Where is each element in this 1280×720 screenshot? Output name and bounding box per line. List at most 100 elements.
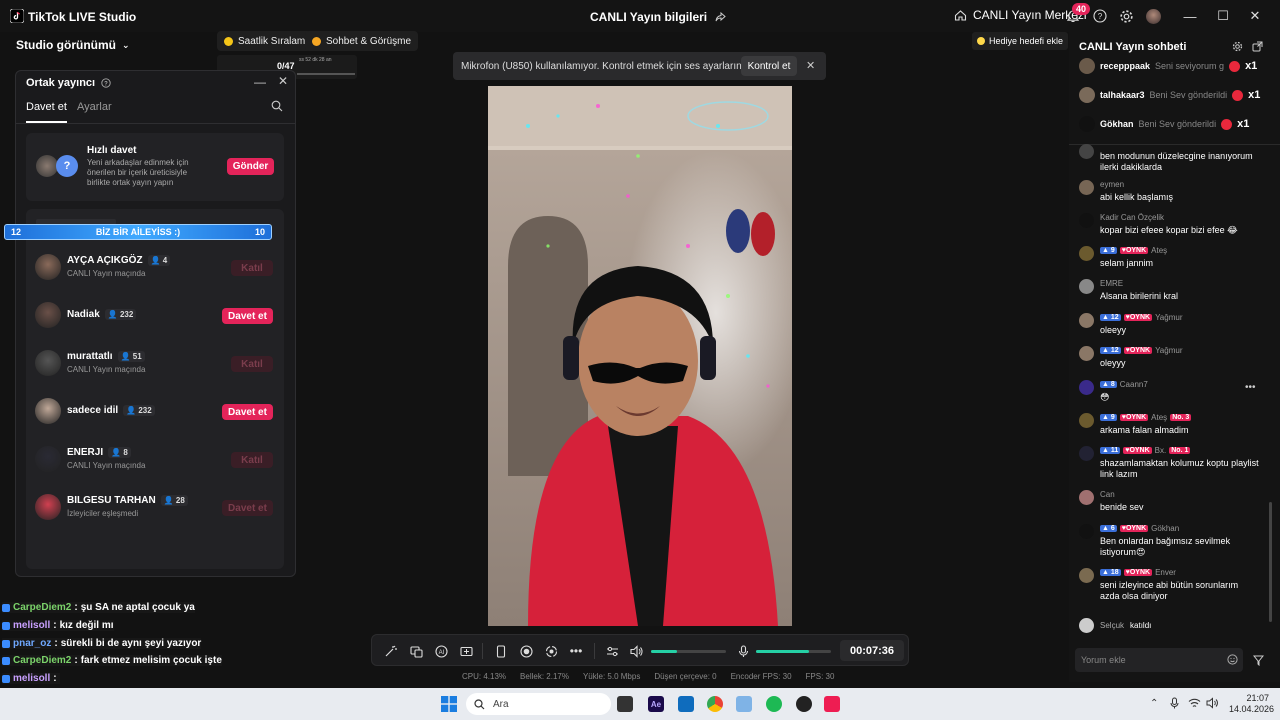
cohost-user-avatar bbox=[35, 446, 61, 472]
fan-club-label: OYNK bbox=[1129, 314, 1151, 321]
cohost-user-name-line: BILGESU TARHAN 👤 28 bbox=[67, 495, 188, 506]
badge-icon bbox=[2, 621, 10, 630]
cohost-action-button[interactable]: Katıl bbox=[231, 260, 273, 276]
cohost-user-avatar bbox=[35, 302, 61, 328]
mic-tray-icon[interactable] bbox=[1170, 697, 1179, 709]
hourly-ranking-pill[interactable]: Saatlik Sıralama bbox=[217, 31, 318, 51]
chat-message-header: Kadir Can Özçelik bbox=[1100, 213, 1260, 222]
studio-view-dropdown[interactable]: Studio görünümü ⌄ bbox=[16, 38, 130, 52]
collapse-panel-button[interactable]: — bbox=[254, 75, 266, 89]
control-divider-2 bbox=[594, 643, 595, 659]
add-gift-goal-button[interactable]: Hediye hedefi ekle bbox=[972, 32, 1069, 50]
magic-wand-icon[interactable] bbox=[382, 643, 398, 659]
comment-input-placeholder: Yorum ekle bbox=[1081, 655, 1126, 665]
more-options-icon[interactable]: ••• bbox=[568, 643, 584, 659]
badge-icon bbox=[2, 674, 10, 683]
tab-settings[interactable]: Ayarlar bbox=[77, 101, 112, 123]
taskbar-search[interactable]: Ara bbox=[466, 693, 611, 715]
spotify-icon[interactable] bbox=[766, 696, 782, 712]
windows-start-icon[interactable] bbox=[441, 696, 457, 712]
task-view-icon[interactable] bbox=[617, 696, 633, 712]
live-info-title: CANLI Yayın bilgileri bbox=[590, 10, 708, 24]
gift-row: talhakaar3 Beni Sev gönderildi x1 bbox=[1079, 86, 1275, 104]
chat-user-name: Gökhan bbox=[1151, 524, 1180, 533]
cohost-action-button[interactable]: Davet et bbox=[222, 308, 273, 324]
comment-input[interactable]: Yorum ekle bbox=[1075, 648, 1243, 672]
microphone-icon[interactable] bbox=[735, 643, 751, 659]
close-window-button[interactable]: ✕ bbox=[1245, 8, 1265, 24]
help-circle-icon[interactable]: ? bbox=[101, 78, 111, 88]
translate-icon[interactable] bbox=[408, 643, 424, 659]
chat-message: ▲ 9 ♥OYNK Ateş No. 3 arkama falan almadim bbox=[1079, 413, 1269, 436]
close-notification-icon[interactable]: ✕ bbox=[806, 59, 815, 72]
chat-user-avatar bbox=[1079, 380, 1094, 395]
close-panel-button[interactable]: ✕ bbox=[278, 74, 288, 88]
minimize-button[interactable]: — bbox=[1180, 8, 1200, 24]
message-more-options-icon[interactable]: ••• bbox=[1245, 382, 1256, 393]
notifications-button[interactable]: 40 bbox=[1066, 3, 1091, 23]
overlay-chat-colon: : bbox=[74, 655, 78, 666]
tab-invite[interactable]: Davet et bbox=[26, 101, 67, 123]
speaker-icon[interactable] bbox=[629, 643, 645, 659]
mini-time: ss 52 dk 28 an bbox=[299, 57, 332, 63]
cohost-action-button[interactable]: Davet et bbox=[222, 500, 273, 516]
mic-slider[interactable] bbox=[756, 650, 831, 653]
popout-icon[interactable] bbox=[1252, 41, 1263, 52]
chrome-icon[interactable] bbox=[707, 696, 723, 712]
phone-icon[interactable] bbox=[493, 643, 509, 659]
camera-switch-icon[interactable] bbox=[543, 643, 559, 659]
sliders-icon[interactable] bbox=[604, 643, 620, 659]
cpu-stat: CPU: 4.13% bbox=[462, 672, 507, 681]
clock-time: 21:07 bbox=[1246, 693, 1269, 703]
overlay-chat-line: melisoll: bbox=[2, 673, 60, 684]
ai-icon[interactable]: AI bbox=[433, 643, 449, 659]
volume-tray-icon[interactable] bbox=[1206, 697, 1219, 709]
overlay-chat-text: kız değil mı bbox=[59, 620, 114, 631]
send-arrow-icon[interactable] bbox=[1253, 655, 1264, 666]
profile-avatar[interactable] bbox=[1146, 9, 1161, 24]
chat-settings-gear-icon[interactable] bbox=[1232, 41, 1243, 52]
gift-count: x1 bbox=[1248, 89, 1261, 101]
record-icon[interactable] bbox=[518, 643, 534, 659]
help-icon[interactable]: ? bbox=[1093, 9, 1107, 23]
gift-divider bbox=[1069, 144, 1280, 145]
outlook-icon[interactable] bbox=[678, 696, 694, 712]
obs-icon[interactable] bbox=[796, 696, 812, 712]
fan-club-label: OYNK bbox=[1125, 525, 1147, 532]
chat-scrollbar[interactable] bbox=[1269, 502, 1272, 622]
tiktok-studio-taskbar-icon[interactable] bbox=[824, 696, 840, 712]
check-button[interactable]: Kontrol et bbox=[741, 56, 797, 76]
clock[interactable]: 21:07 14.04.2026 bbox=[1229, 693, 1274, 715]
wifi-icon[interactable] bbox=[1188, 697, 1201, 709]
svg-text:?: ? bbox=[104, 81, 108, 87]
chat-user-name: Yağmur bbox=[1155, 346, 1183, 355]
app-icon[interactable] bbox=[736, 696, 752, 712]
live-timer: 00:07:36 bbox=[840, 640, 904, 661]
cohost-user-avatar bbox=[35, 254, 61, 280]
chevron-up-icon[interactable]: ⌃ bbox=[1150, 698, 1158, 709]
chat-user-avatar bbox=[1079, 279, 1094, 294]
chat-user-avatar bbox=[1079, 524, 1094, 539]
chevron-down-icon: ⌄ bbox=[121, 39, 130, 50]
search-icon[interactable] bbox=[271, 100, 283, 112]
settings-gear-icon[interactable] bbox=[1119, 9, 1134, 24]
control-divider bbox=[482, 643, 483, 659]
chat-message: eymen abi kellik başlamış bbox=[1079, 180, 1269, 203]
maximize-button[interactable]: ☐ bbox=[1213, 8, 1233, 24]
after-effects-icon[interactable]: Ae bbox=[648, 696, 664, 712]
chat-message-text: selam jannim bbox=[1100, 258, 1154, 268]
gift-user: recepppaak bbox=[1100, 61, 1151, 71]
quick-invite-card: ? Hızlı davet Yeni arkadaşlar edinmek iç… bbox=[26, 133, 284, 201]
cohost-action-button[interactable]: Katıl bbox=[231, 452, 273, 468]
media-icon[interactable] bbox=[458, 643, 474, 659]
chat-message-header: ▲ 18 ♥OYNK Enver bbox=[1100, 568, 1260, 577]
cohost-action-button[interactable]: Davet et bbox=[222, 404, 273, 420]
send-button[interactable]: Gönder bbox=[227, 158, 274, 175]
live-info-link[interactable]: CANLI Yayın bilgileri bbox=[590, 10, 727, 24]
joined-user-name: Selçuk bbox=[1100, 621, 1125, 630]
volume-slider[interactable] bbox=[651, 650, 726, 653]
cohost-action-button[interactable]: Katıl bbox=[231, 356, 273, 372]
chat-meet-pill[interactable]: Sohbet & Görüşme bbox=[305, 31, 419, 51]
emoji-icon[interactable] bbox=[1227, 654, 1238, 665]
chat-user-name: Ateş bbox=[1151, 413, 1168, 422]
